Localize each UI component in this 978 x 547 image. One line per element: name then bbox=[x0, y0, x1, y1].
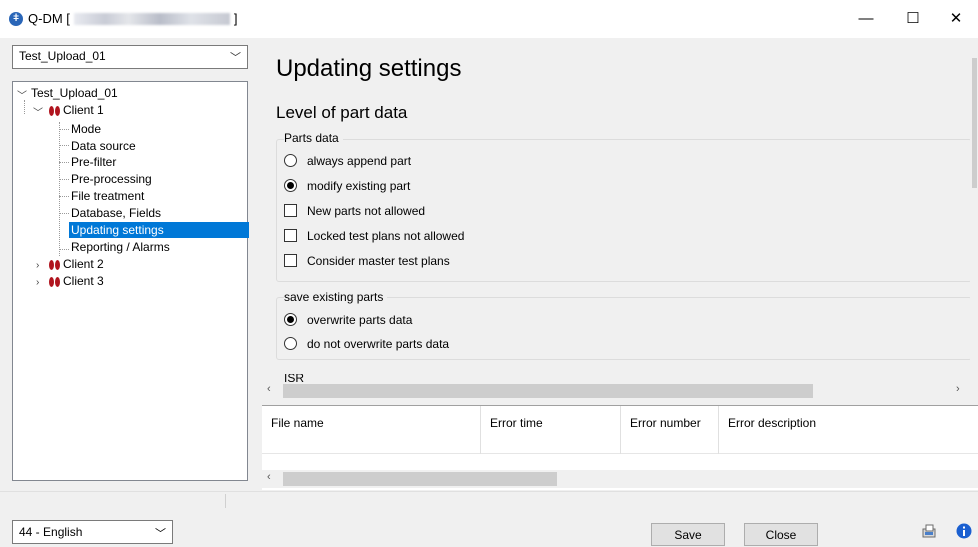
overwrite-parts-data-radio[interactable] bbox=[284, 313, 297, 326]
locked-test-plans-label: Locked test plans not allowed bbox=[307, 229, 465, 243]
consider-master-test-plans-checkbox[interactable] bbox=[284, 254, 297, 267]
tree-item-database-fields[interactable]: Database, Fields bbox=[71, 205, 161, 221]
always-append-part-radio[interactable] bbox=[284, 154, 297, 167]
tree-item-client-2[interactable]: Client 2 bbox=[48, 256, 104, 272]
chevron-right-icon[interactable]: › bbox=[36, 277, 39, 288]
save-button[interactable]: Save bbox=[651, 523, 725, 546]
chevron-right-icon[interactable]: › bbox=[36, 260, 39, 271]
client-select[interactable]: Test_Upload_01 ﹀ bbox=[12, 45, 248, 69]
window-title-prefix: Q-DM [ bbox=[28, 11, 70, 26]
tree-item-updating-settings[interactable]: Updating settings bbox=[69, 222, 249, 238]
status-bar bbox=[0, 491, 978, 508]
tree-item-client-1[interactable]: Client 1 bbox=[48, 102, 104, 118]
consider-master-test-plans-label: Consider master test plans bbox=[307, 254, 450, 268]
tree-guide bbox=[59, 179, 69, 180]
chevron-down-icon: ﹀ bbox=[230, 52, 241, 64]
tree-guide bbox=[59, 213, 69, 214]
chevron-down-icon[interactable]: ﹀ bbox=[33, 104, 43, 119]
parts-data-label: Parts data bbox=[284, 131, 343, 145]
scroll-left-icon[interactable]: ‹ bbox=[267, 383, 271, 395]
isr-group-label: ISR bbox=[284, 374, 305, 382]
scrollbar-thumb[interactable] bbox=[283, 384, 813, 398]
column-error-description[interactable]: Error description bbox=[719, 406, 970, 454]
do-not-overwrite-label: do not overwrite parts data bbox=[307, 337, 450, 351]
column-error-number[interactable]: Error number bbox=[621, 406, 719, 454]
save-existing-parts-label: save existing parts bbox=[284, 290, 388, 304]
tree-guide bbox=[59, 122, 60, 256]
isr-group-clip: ISR bbox=[284, 374, 324, 382]
scroll-right-icon[interactable]: › bbox=[956, 383, 960, 395]
tree-item-file-treatment[interactable]: File treatment bbox=[71, 188, 144, 204]
modify-existing-part-label: modify existing part bbox=[307, 179, 411, 193]
tree-item-pre-processing[interactable]: Pre-processing bbox=[71, 171, 152, 187]
scrollbar-thumb[interactable] bbox=[283, 472, 557, 486]
scroll-left-icon[interactable]: ‹ bbox=[267, 471, 271, 483]
status-divider bbox=[225, 494, 226, 508]
minimize-button[interactable]: — bbox=[854, 8, 878, 30]
client-icon bbox=[48, 105, 62, 117]
language-select-value: 44 - English bbox=[19, 525, 83, 539]
column-file-name[interactable]: File name bbox=[262, 406, 481, 454]
client-select-value: Test_Upload_01 bbox=[19, 49, 106, 63]
scrollbar-thumb[interactable] bbox=[972, 58, 977, 188]
client-icon bbox=[48, 276, 62, 288]
tree-item-pre-filter[interactable]: Pre-filter bbox=[71, 154, 116, 170]
overwrite-parts-data-label: overwrite parts data bbox=[307, 313, 413, 327]
always-append-part-label: always append part bbox=[307, 154, 412, 168]
tree-root[interactable]: Test_Upload_01 bbox=[31, 85, 118, 101]
chevron-down-icon: ﹀ bbox=[155, 528, 166, 540]
export-icon[interactable] bbox=[921, 523, 937, 539]
new-parts-not-allowed-checkbox[interactable] bbox=[284, 204, 297, 217]
tree-guide bbox=[24, 100, 25, 114]
section-title: Level of part data bbox=[276, 103, 408, 122]
close-window-button[interactable]: ✕ bbox=[944, 8, 968, 30]
tree-item-label: Client 3 bbox=[63, 274, 104, 288]
tree-item-data-source[interactable]: Data source bbox=[71, 138, 136, 154]
tree-guide bbox=[59, 196, 69, 197]
info-icon[interactable] bbox=[956, 523, 972, 539]
navigation-tree: ﹀ Test_Upload_01 ﹀ Client 1 Mode Data so… bbox=[12, 81, 249, 481]
window-title: Q-DM [ ] bbox=[28, 11, 238, 26]
tree-guide bbox=[59, 145, 69, 146]
app-icon: ǂ bbox=[9, 12, 23, 26]
content-horizontal-scrollbar[interactable]: ‹ › bbox=[262, 382, 970, 400]
tree-guide bbox=[59, 129, 69, 130]
maximize-button[interactable]: ☐ bbox=[901, 8, 925, 30]
tree-item-label: Client 1 bbox=[63, 103, 104, 117]
do-not-overwrite-radio[interactable] bbox=[284, 337, 297, 350]
tree-item-client-3[interactable]: Client 3 bbox=[48, 273, 104, 289]
tree-item-reporting-alarms[interactable]: Reporting / Alarms bbox=[71, 239, 170, 255]
chevron-down-icon[interactable]: ﹀ bbox=[17, 87, 27, 102]
redacted-title-text bbox=[73, 12, 230, 25]
content-vertical-scrollbar[interactable] bbox=[970, 40, 978, 387]
locked-test-plans-checkbox[interactable] bbox=[284, 229, 297, 242]
page-title: Updating settings bbox=[276, 55, 462, 82]
modify-existing-part-radio[interactable] bbox=[284, 179, 297, 192]
close-button[interactable]: Close bbox=[744, 523, 818, 546]
tree-guide bbox=[59, 249, 69, 250]
client-icon bbox=[48, 259, 62, 271]
new-parts-not-allowed-label: New parts not allowed bbox=[307, 204, 426, 218]
table-horizontal-scrollbar[interactable]: ‹ bbox=[262, 470, 978, 488]
window-title-suffix: ] bbox=[233, 11, 238, 26]
column-error-time[interactable]: Error time bbox=[481, 406, 621, 454]
tree-item-mode[interactable]: Mode bbox=[71, 121, 101, 137]
language-select[interactable]: 44 - English ﹀ bbox=[12, 520, 173, 544]
tree-item-label: Client 2 bbox=[63, 257, 104, 271]
tree-guide bbox=[59, 162, 69, 163]
